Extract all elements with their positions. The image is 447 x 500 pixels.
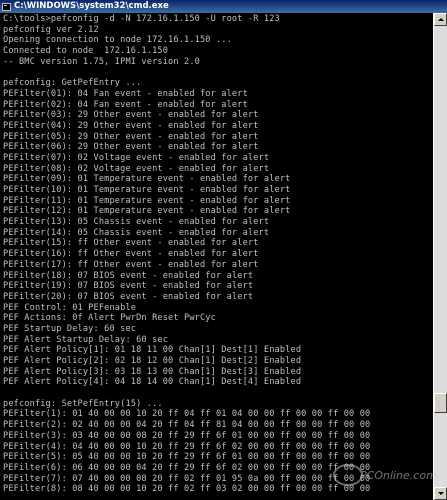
vertical-scrollbar[interactable] [433, 13, 447, 500]
console-line: PEFilter(7): 07 40 00 00 08 20 ff 02 ff … [3, 473, 371, 484]
console-line: PEFilter(19): 07 BIOS event - enabled fo… [3, 281, 254, 292]
console-line: pefconfig: GetPefEntry ... [3, 78, 142, 89]
console-output[interactable]: C:\tools>pefconfig -d -N 172.16.1.150 -U… [3, 14, 431, 500]
console-line: PEFilter(11): 01 Temperature event - ena… [3, 195, 291, 206]
console-line: PEFilter(06): 29 Other event - enabled f… [3, 142, 259, 153]
console-line: PEFilter(13): 05 Chassis event - enabled… [3, 217, 270, 228]
console-line: PEFilter(3): 03 40 00 00 08 20 ff 29 ff … [3, 430, 371, 441]
console-line: PEFilter(8): 08 40 00 00 10 20 ff 02 ff … [3, 484, 371, 495]
console-line: PEF Alert Policy[2]: 02 18 12 00 Chan[1]… [3, 356, 302, 366]
title-bar[interactable]: C:\WINDOWS\system32\cmd.exe [0, 0, 447, 13]
console-line: PEFilter(03): 29 Other event - enabled f… [3, 110, 259, 121]
console-line: PEFilter(08): 02 Voltage event - enabled… [3, 163, 270, 174]
console-line: PEF Alert Policy[3]: 03 18 13 00 Chan[1]… [3, 366, 302, 377]
scroll-thumb[interactable] [434, 393, 447, 413]
console-line: PEFilter(2): 02 40 00 00 04 20 ff 04 ff … [3, 420, 371, 431]
console-line: PEF Startup Delay: 60 sec [3, 323, 137, 334]
arrow-up-icon [438, 18, 444, 21]
console-line: Opening connection to node 172.16.1.150 … [3, 35, 232, 46]
arrow-down-icon [438, 492, 444, 495]
console-line: PEFilter(02): 04 Fan event - enabled for… [3, 99, 248, 110]
console-line: pefconfig ver 2.12 [3, 24, 99, 35]
scroll-down-button[interactable] [434, 487, 447, 500]
console-line: PEFilter(09): 01 Temperature event - ena… [3, 174, 291, 185]
console-line: PEFilter(1): 01 40 00 00 10 20 ff 04 ff … [3, 409, 371, 420]
console-line: PEFilter(14): 05 Chassis event - enabled… [3, 227, 270, 238]
console-line: PEF Alert Policy[1]: 01 18 11 00 Chan[1]… [3, 345, 302, 356]
console-line: PEFilter(6): 06 40 00 00 04 20 ff 29 ff … [3, 462, 371, 473]
console-line: Connected to node 172.16.1.150 [3, 46, 169, 57]
cmd-window: C:\WINDOWS\system32\cmd.exe C:\tools>pef… [0, 0, 447, 500]
console-line: PEFilter(17): ff Other event - enabled f… [3, 259, 259, 270]
console-line: PEF Alert Startup Delay: 60 sec [3, 334, 169, 345]
console-line: PEFilter(12): 01 Temperature event - ena… [3, 206, 291, 217]
console-line: PEFilter(05): 29 Other event - enabled f… [3, 131, 259, 142]
console-line: C:\tools>pefconfig -d -N 172.16.1.150 -U… [3, 14, 280, 24]
console-line: PEF Control: 01 PEFenable [3, 302, 137, 313]
console-line: -- BMC version 1.75, IPMI version 2.0 [3, 56, 200, 67]
window-title: C:\WINDOWS\system32\cmd.exe [14, 1, 169, 11]
console-line: PEFilter(20): 07 BIOS event - enabled fo… [3, 291, 254, 302]
console-line: PEFilter(16): ff Other event - enabled f… [3, 249, 259, 260]
console-line: PEFilter(10): 01 Temperature event - ena… [3, 185, 291, 195]
console-line: pefconfig: SetPefEntry(15) ... [3, 398, 163, 409]
console-line: PEF Alert Policy[4]: 04 18 14 00 Chan[1]… [3, 377, 302, 388]
console-line: PEF Actions: 0f Alert PwrDn Reset PwrCyc [3, 313, 216, 324]
console-line: PEFilter(5): 05 40 00 00 10 20 ff 29 ff … [3, 452, 371, 463]
console-line: PEFilter(4): 04 40 00 00 10 20 ff 29 ff … [3, 441, 371, 452]
console-line: PEFilter(04): 29 Other event - enabled f… [3, 120, 259, 131]
console-line: PEFilter(07): 02 Voltage event - enabled… [3, 152, 270, 163]
scroll-up-button[interactable] [434, 13, 447, 26]
console-icon [2, 2, 11, 11]
console-line: PEFilter(18): 07 BIOS event - enabled fo… [3, 270, 254, 281]
console-line: PEFilter(15): ff Other event - enabled f… [3, 238, 259, 249]
console-line: PEFilter(01): 04 Fan event - enabled for… [3, 88, 248, 99]
